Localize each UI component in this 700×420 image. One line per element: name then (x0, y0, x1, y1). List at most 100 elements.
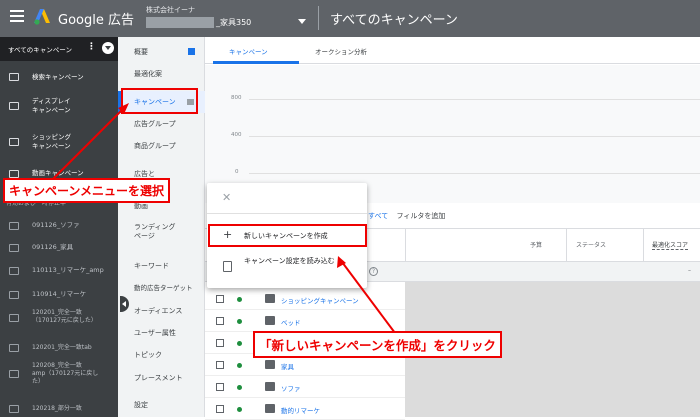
shopping-icon (9, 138, 19, 146)
campaign-item[interactable]: 120201_完全一致 （170127元に戻した） (0, 309, 118, 329)
sidebar-item-search[interactable]: 検索キャンペーン (0, 70, 118, 86)
display-icon (265, 404, 275, 413)
column-divider (643, 229, 644, 262)
column-divider (405, 229, 406, 262)
campaign-label: 091126_ソファ (32, 221, 80, 229)
enabled-status-icon (237, 297, 242, 302)
column-header-status[interactable]: ステータス (576, 240, 606, 249)
row-checkbox[interactable] (216, 295, 224, 303)
campaign-item[interactable]: 110113_リマーケ_amp (0, 265, 118, 279)
help-icon[interactable]: ? (369, 267, 378, 276)
highlight-create-button (208, 224, 367, 247)
nav-item-product-groups[interactable]: 商品グループ (134, 142, 176, 151)
nav-item-recommendations[interactable]: 最適化案 (134, 70, 162, 79)
y-tick-label: 400 (231, 132, 242, 138)
table-row[interactable]: ベッド (205, 310, 405, 332)
search-icon (9, 405, 19, 413)
row-checkbox[interactable] (216, 317, 224, 325)
enabled-status-icon (237, 407, 242, 412)
home-icon (188, 48, 195, 55)
search-icon (265, 382, 275, 391)
nav-item-audiences[interactable]: オーディエンス (134, 307, 182, 316)
highlight-campaigns-menu (121, 88, 198, 114)
google-ads-logo-icon (34, 9, 50, 25)
campaign-item[interactable]: 120218_部分一致 (0, 403, 118, 417)
campaign-label: 120208_完全一致 amp（170127元に戻し た） (32, 362, 99, 385)
active-tab-indicator (213, 61, 299, 64)
y-tick-label: 800 (231, 95, 242, 101)
column-header-budget[interactable]: 予算 (530, 240, 542, 249)
campaign-label: 110914_リマーケ (32, 290, 87, 298)
shopping-icon (265, 294, 275, 303)
enabled-status-icon (237, 385, 242, 390)
sidebar-item-display[interactable]: ディスプレイ キャンペーン (0, 97, 118, 119)
nav-item-placements[interactable]: プレースメント (134, 374, 183, 383)
search-icon (9, 244, 19, 252)
sidebar-item-shopping[interactable]: ショッピング キャンペーン (0, 133, 118, 155)
load-campaign-settings-label: キャンペーン設定を読み込む (244, 257, 335, 265)
search-icon (9, 314, 19, 322)
campaign-item[interactable]: 091126_ソファ (0, 220, 118, 234)
total-value: – (688, 267, 691, 274)
row-checkbox[interactable] (216, 383, 224, 391)
account-selector[interactable]: 株式会社イーナ _家具350 (146, 5, 316, 32)
display-icon (9, 267, 19, 275)
nav-item-videos[interactable]: 動画 (134, 202, 148, 211)
nav-item-ad-groups[interactable]: 広告グループ (134, 120, 176, 129)
top-bar: Google 広告 株式会社イーナ _家具350 すべてのキャンペーン (0, 0, 700, 37)
load-campaign-settings-button[interactable]: キャンペーン設定を読み込む (210, 252, 367, 282)
sidebar-header: すべてのキャンペーン ⋮ (0, 37, 118, 61)
menu-icon[interactable] (10, 10, 24, 22)
campaign-item[interactable]: 120208_完全一致 amp（170127元に戻し た） (0, 362, 118, 390)
nav-item-keywords[interactable]: キーワード (134, 262, 169, 271)
column-divider (566, 229, 567, 262)
column-header-optimization-score[interactable]: 最適化スコア (652, 240, 689, 250)
campaign-link[interactable]: ベッド (281, 317, 301, 327)
gridline (249, 99, 700, 100)
table-row[interactable]: ショッピングキャンペーン (205, 288, 405, 310)
campaign-label: 120218_部分一致 (32, 405, 82, 412)
campaign-link[interactable]: 動的リマーケ (281, 405, 320, 415)
campaign-item[interactable]: 110914_リマーケ (0, 289, 118, 303)
nav-item-demographics[interactable]: ユーザー属性 (134, 329, 176, 338)
row-checkbox[interactable] (216, 339, 224, 347)
campaign-link[interactable]: ソファ (281, 383, 301, 393)
row-checkbox[interactable] (216, 405, 224, 413)
campaign-link[interactable]: ショッピングキャンペーン (281, 295, 359, 305)
nav-item-topics[interactable]: トピック (134, 351, 162, 360)
more-vert-icon[interactable]: ⋮ (87, 43, 96, 52)
display-icon (9, 291, 19, 299)
company-name: 株式会社イーナ (146, 6, 195, 14)
sidebar-title[interactable]: すべてのキャンペーン (8, 44, 72, 54)
campaign-label: 110113_リマーケ_amp (32, 266, 104, 274)
search-icon (265, 316, 275, 325)
campaign-label: 120201_完全一致 （170127元に戻した） (32, 309, 97, 324)
row-checkbox[interactable] (216, 361, 224, 369)
copy-icon (223, 261, 232, 272)
page-title: すべてのキャンペーン (330, 13, 458, 28)
nav-item-dynamic-ad-targets[interactable]: 動的広告ターゲット (134, 284, 193, 293)
add-filter-button[interactable]: フィルタを追加 (396, 212, 445, 220)
campaign-item[interactable]: 120201_完全一致tab (0, 342, 118, 356)
enabled-status-icon (237, 363, 242, 368)
sidebar-item-label: ディスプレイ キャンペーン (32, 97, 71, 114)
nav-item-overview[interactable]: 概要 (134, 48, 148, 57)
table-row[interactable]: ソファ (205, 376, 405, 398)
tab-auction-insights[interactable]: オークション分析 (315, 46, 367, 56)
search-icon (9, 73, 19, 81)
close-icon[interactable]: ✕ (222, 191, 231, 204)
sidebar-item-label: 動画キャンペーン (32, 169, 84, 177)
search-icon (9, 344, 19, 352)
search-icon (265, 360, 275, 369)
campaign-link[interactable]: 家具 (281, 361, 294, 371)
nav-item-settings[interactable]: 設定 (134, 401, 148, 410)
tab-campaigns[interactable]: キャンペーン (229, 46, 268, 56)
enabled-status-icon (237, 341, 242, 346)
campaign-item[interactable]: 091126_家具 (0, 242, 118, 256)
nav-item-landing-pages[interactable]: ランディング ページ (134, 223, 176, 241)
chevron-down-icon[interactable] (298, 19, 306, 24)
redacted-account-id (146, 17, 214, 28)
divider (318, 6, 319, 30)
collapse-icon[interactable] (102, 42, 114, 54)
gridline (249, 136, 700, 137)
